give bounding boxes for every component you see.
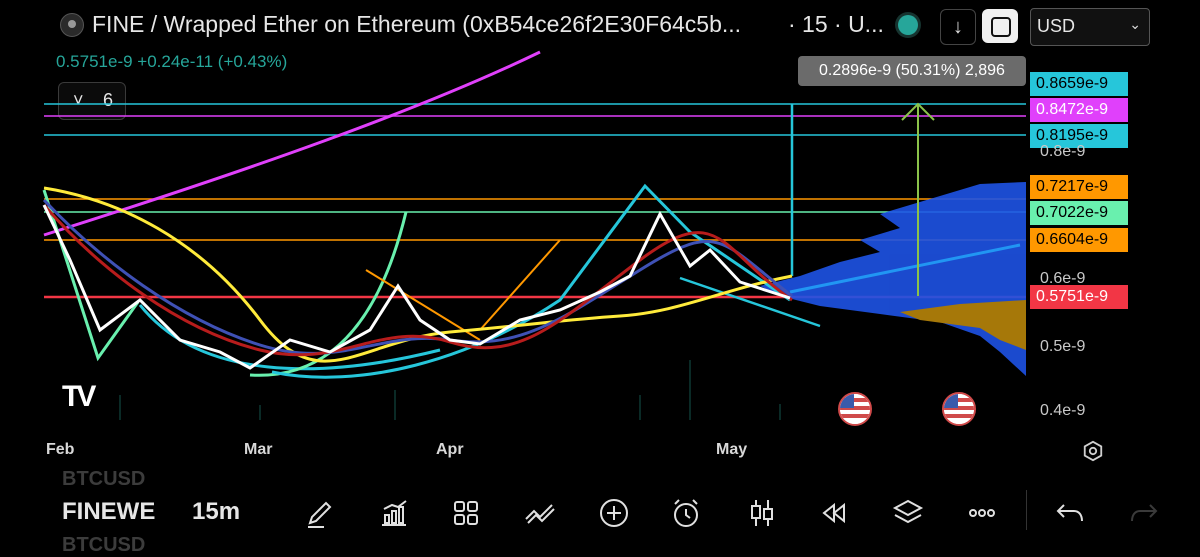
- measure-tooltip: 0.2896e-9 (50.31%) 2,896: [798, 56, 1026, 86]
- date-label: Apr: [436, 441, 464, 458]
- axis-tick: 0.5e-9: [1040, 338, 1086, 355]
- axis-tick: 0.8e-9: [1040, 143, 1086, 160]
- us-flag-event-icon[interactable]: [942, 392, 976, 426]
- price-label: 0.7217e-9: [1030, 175, 1128, 199]
- more-icon[interactable]: [964, 495, 1000, 531]
- settings-icon[interactable]: [1082, 440, 1104, 462]
- candles-icon[interactable]: [744, 495, 780, 531]
- layers-icon[interactable]: [890, 495, 926, 531]
- redo-icon[interactable]: [1126, 495, 1162, 531]
- toolbar-divider: [1026, 490, 1027, 530]
- price-label: 0.8659e-9: [1030, 72, 1128, 96]
- toolbar-symbol[interactable]: FINEWE: [62, 498, 155, 526]
- compare-icon[interactable]: [522, 495, 558, 531]
- axis-tick: 0.6e-9: [1040, 270, 1086, 287]
- price-label: 0.8472e-9: [1030, 98, 1128, 122]
- add-icon[interactable]: [596, 495, 632, 531]
- undo-icon[interactable]: [1052, 495, 1088, 531]
- draw-pen-icon[interactable]: [302, 495, 338, 531]
- price-label: 0.6604e-9: [1030, 228, 1128, 252]
- price-label: 0.5751e-9: [1030, 285, 1128, 309]
- alarm-icon[interactable]: [668, 495, 704, 531]
- trend-line: [479, 239, 561, 331]
- date-label: May: [716, 441, 748, 458]
- replay-icon[interactable]: [816, 495, 852, 531]
- price-line: [42, 204, 791, 370]
- symbol-ghost-label[interactable]: BTCUSD: [62, 468, 145, 491]
- indicators-icon[interactable]: [376, 495, 412, 531]
- date-label: Feb: [46, 441, 75, 458]
- toolbar-interval[interactable]: 15m: [192, 498, 240, 526]
- price-label: 0.7022e-9: [1030, 201, 1128, 225]
- volume-profile: [760, 182, 1026, 376]
- volume-bars: [119, 360, 781, 420]
- tradingview-logo: TV: [62, 380, 96, 413]
- axis-tick: 0.4e-9: [1040, 402, 1086, 419]
- date-label: Mar: [244, 441, 273, 458]
- us-flag-event-icon[interactable]: [838, 392, 872, 426]
- grid-icon[interactable]: [448, 495, 484, 531]
